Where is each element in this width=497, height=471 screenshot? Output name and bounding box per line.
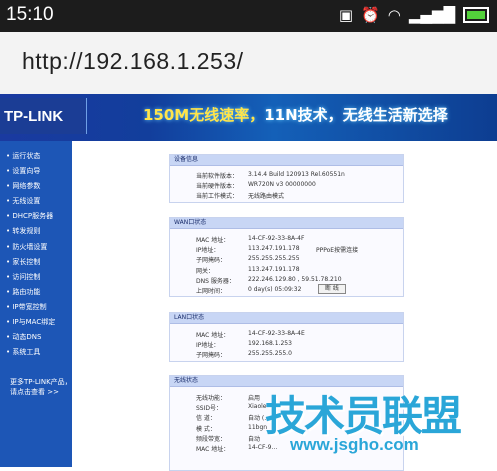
device-info-panel: 设备信息 当前软件版本： 3.14.4 Build 120913 Rel.6055… <box>169 154 404 203</box>
status-icons: ▣ ⏰ ◠ ▂▄▆█ <box>339 6 489 24</box>
sidebar-item-parental[interactable]: • 家长控制 <box>6 255 72 270</box>
wan-row: DNS 服务器： 222.246.129.80 , 59.51.78.210 <box>196 275 342 285</box>
status-bar: 15:10 ▣ ⏰ ◠ ▂▄▆█ <box>0 0 497 32</box>
browser-address-bar[interactable]: http://192.168.1.253/ <box>0 32 497 95</box>
disconnect-button[interactable]: 断 线 <box>318 283 346 294</box>
wan-row: 网关： 113.247.191.178 <box>196 265 300 275</box>
tp-link-logo: TP-LINK <box>0 98 87 134</box>
battery-icon <box>463 7 489 23</box>
lan-row: 子网掩码： 255.255.255.0 <box>196 350 292 360</box>
wan-row: MAC 地址： 14-CF-92-33-8A-4F <box>196 235 305 244</box>
device-info-title: 设备信息 <box>170 155 403 166</box>
alarm-icon: ⏰ <box>361 6 380 24</box>
sidebar-item-status[interactable]: • 运行状态 <box>6 149 72 164</box>
info-row: 当前工作模式： 无线路由模式 <box>196 193 285 201</box>
clock: 15:10 <box>6 4 54 25</box>
info-row: 当前软件版本： 3.14.4 Build 120913 Rel.60551n <box>196 171 345 180</box>
sidebar-item-routing[interactable]: • 路由功能 <box>6 285 72 300</box>
lan-row: IP地址： 192.168.1.253 <box>196 340 292 350</box>
sidebar-item-dhcp[interactable]: • DHCP服务器 <box>6 209 72 224</box>
wan-status-panel: WAN口状态 MAC 地址： 14-CF-92-33-8A-4F IP地址： 113… <box>169 217 404 298</box>
wifi-icon: ◠ <box>387 6 401 24</box>
wan-row: 上网时间： 0 day(s) 05:09:32 断 线 <box>170 283 403 295</box>
sidebar-item-firewall[interactable]: • 防火墙设置 <box>6 240 72 255</box>
router-banner: TP-LINK 150M无线速率，11N技术，无线生活新选择 <box>0 94 497 141</box>
wan-row: 子网掩码： 255.255.255.255 <box>196 255 300 265</box>
sidebar-item-access[interactable]: • 访问控制 <box>6 270 72 285</box>
wan-status-title: WAN口状态 <box>170 218 403 229</box>
sidebar-item-wizard[interactable]: • 设置向导 <box>6 164 72 179</box>
sidebar-item-forwarding[interactable]: • 转发规则 <box>6 224 72 239</box>
url-text[interactable]: http://192.168.1.253/ <box>22 48 244 75</box>
watermark-url: www.jsgho.com <box>290 435 419 454</box>
sidebar-item-ipmac[interactable]: • IP与MAC绑定 <box>6 315 72 330</box>
info-row: 当前硬件版本： WR720N v3 00000000 <box>196 181 316 191</box>
sidebar-menu: • 运行状态 • 设置向导 • 网络参数 • 无线设置 • DHCP服务器 • … <box>0 141 72 467</box>
sim-icon: ▣ <box>338 6 354 24</box>
watermark-text: 技术员联盟 <box>265 392 462 440</box>
sidebar-item-network[interactable]: • 网络参数 <box>6 179 72 194</box>
sidebar-item-ddns[interactable]: • 动态DNS <box>6 330 72 345</box>
lan-status-title: LAN口状态 <box>170 313 403 324</box>
wan-row: IP地址： 113.247.191.178 PPPoE按需连接 <box>196 245 359 255</box>
signal-icon: ▂▄▆█ <box>408 6 455 24</box>
sidebar-item-tools[interactable]: • 系统工具 <box>6 345 72 360</box>
sidebar-item-bandwidth[interactable]: • IP带宽控制 <box>6 300 72 315</box>
lan-row: MAC 地址： 14-CF-92-33-8A-4E <box>196 330 305 339</box>
banner-slogan: 150M无线速率，11N技术，无线生活新选择 <box>143 106 448 124</box>
sidebar-item-wireless[interactable]: • 无线设置 <box>6 194 72 209</box>
lan-status-panel: LAN口状态 MAC 地址： 14-CF-92-33-8A-4E IP地址： 192… <box>169 312 404 362</box>
more-products-link[interactable]: 更多TP-LINK产品， 请点击查看 >> <box>10 377 72 397</box>
